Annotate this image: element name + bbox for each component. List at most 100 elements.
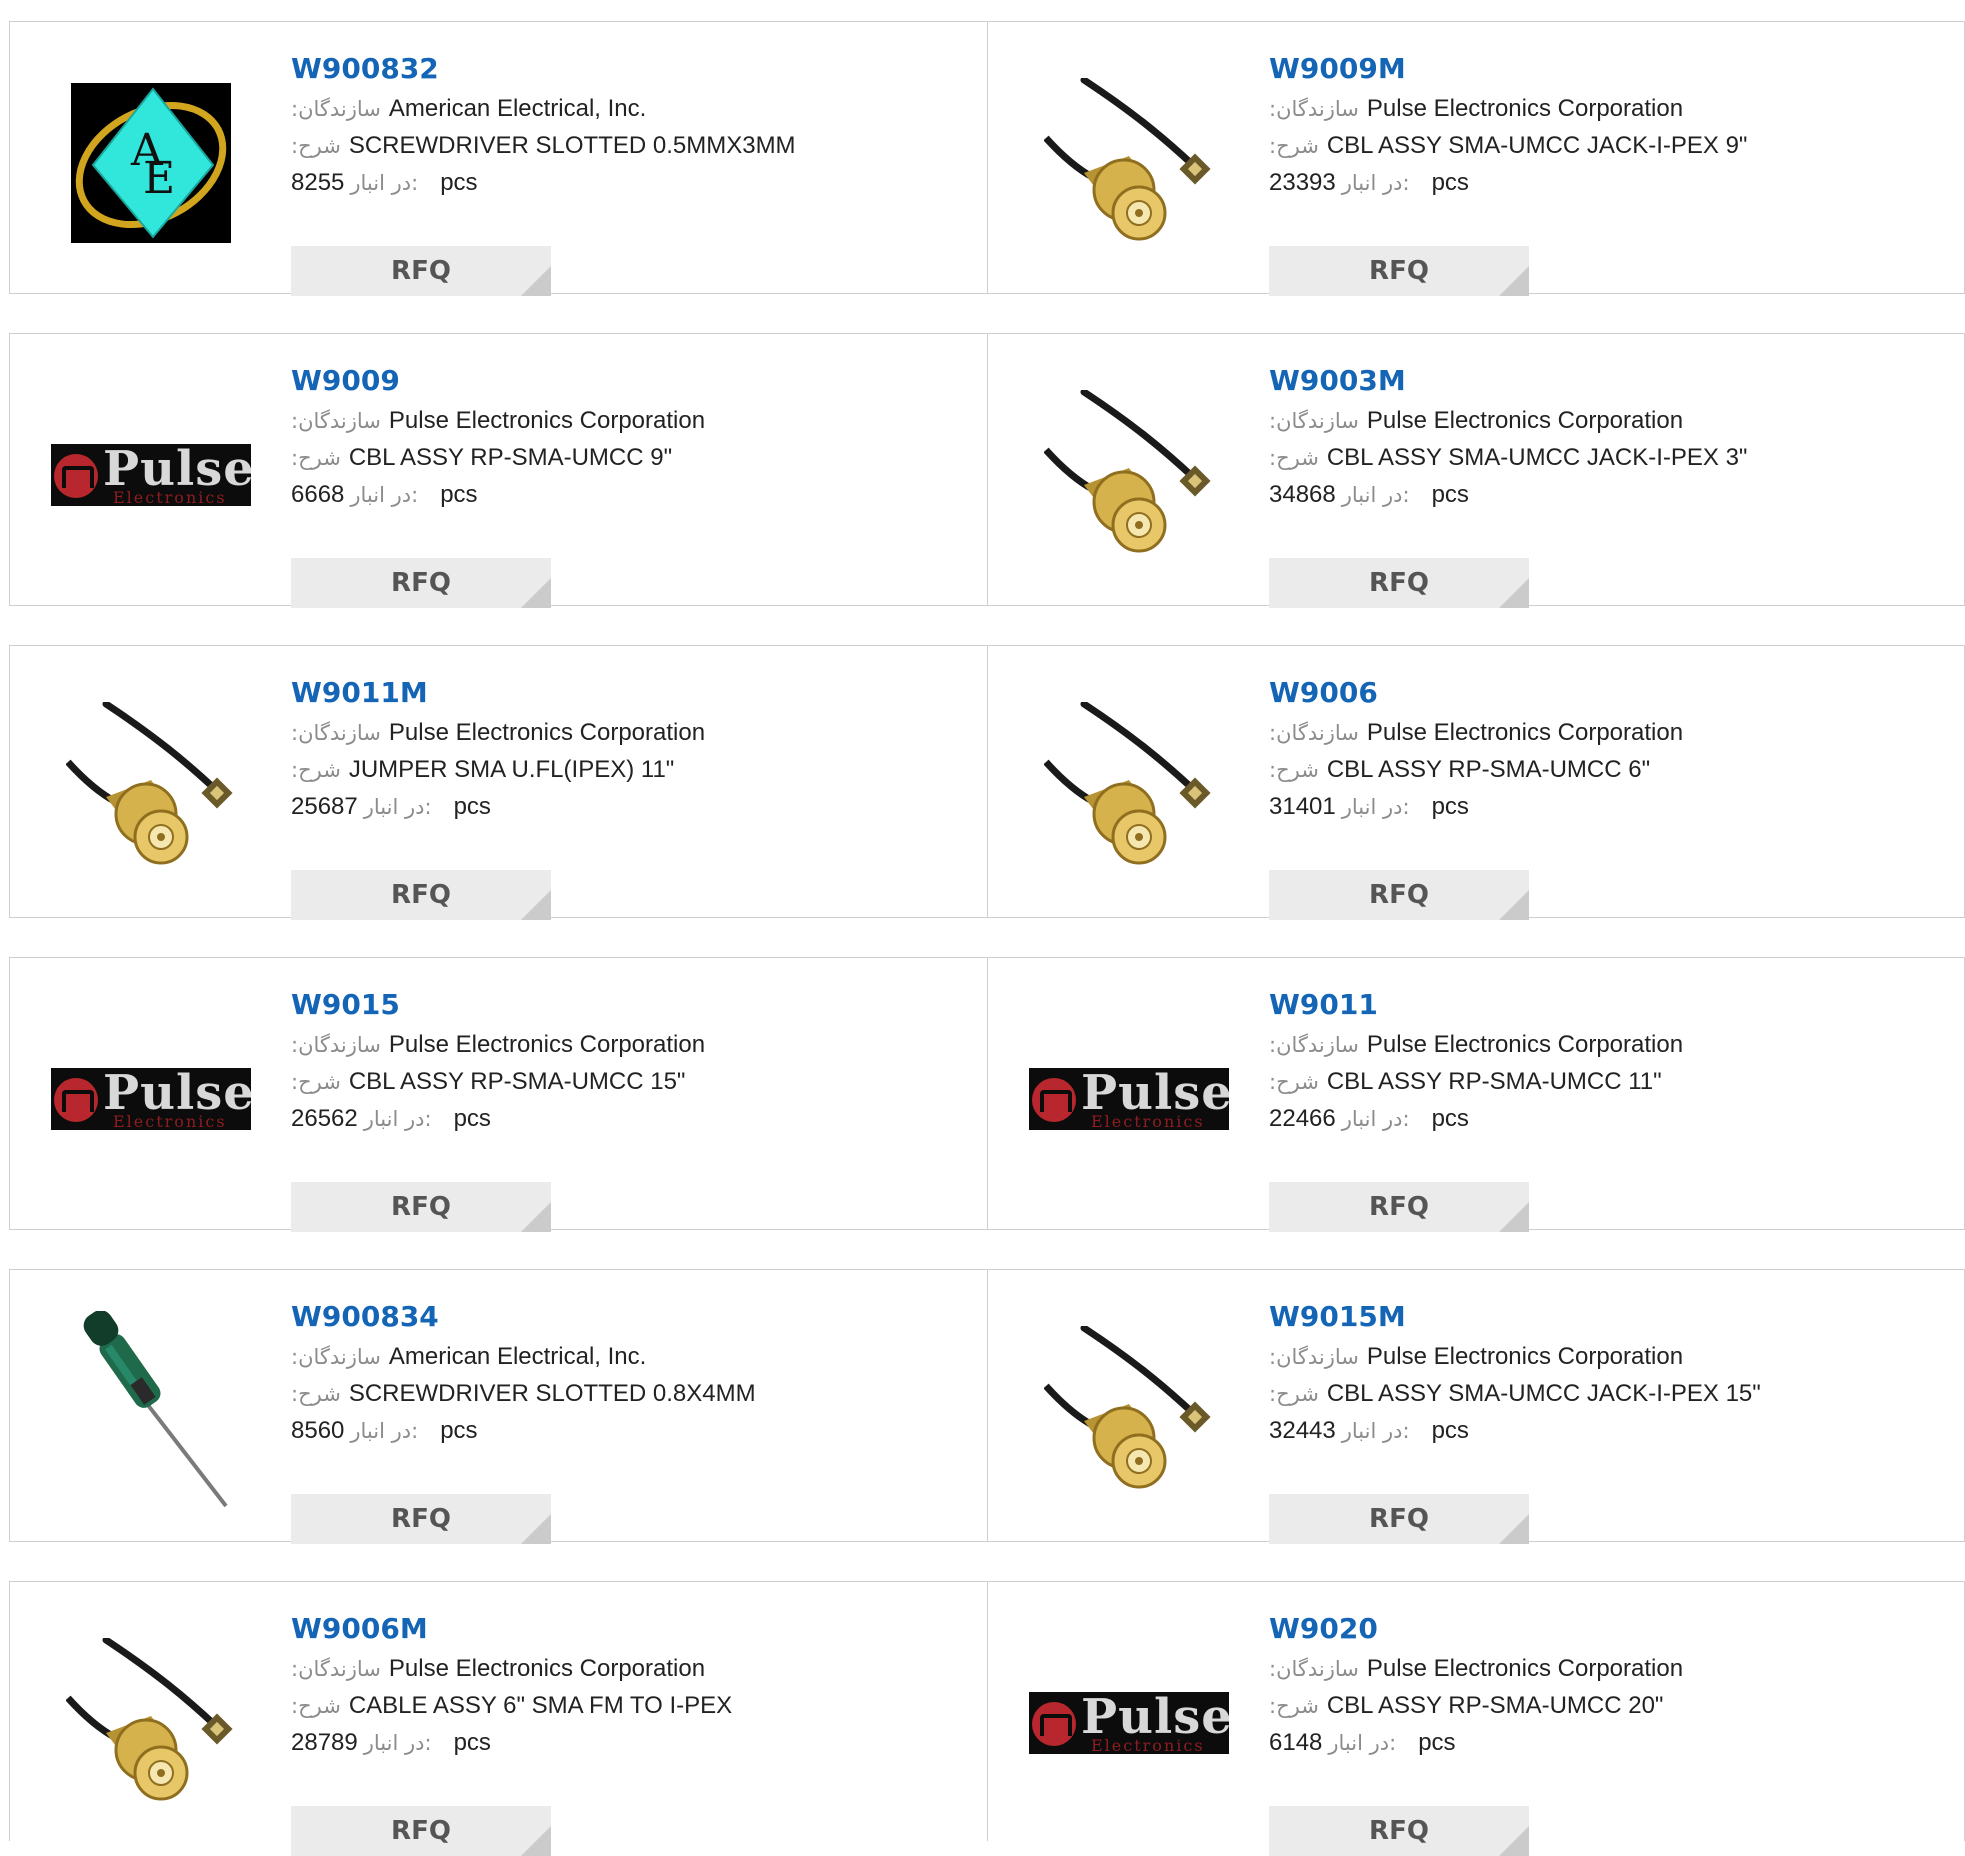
stock-unit: pcs bbox=[453, 793, 491, 820]
manufacturer-value: Pulse Electronics Corporation bbox=[1366, 1655, 1684, 1682]
stock-quantity: 8560 bbox=[291, 1417, 345, 1444]
rfq-label: RFQ bbox=[391, 1192, 451, 1222]
product-image[interactable] bbox=[51, 1311, 251, 1511]
product-image[interactable] bbox=[51, 1623, 251, 1823]
part-number-link[interactable]: W9009M bbox=[1269, 50, 1747, 90]
part-number-link[interactable]: W9020 bbox=[1269, 1610, 1683, 1650]
product-image[interactable]: Pulse Electronics bbox=[1029, 999, 1229, 1199]
rfq-label: RFQ bbox=[1369, 568, 1429, 598]
product-info: W9009M :سازندگان Pulse Electronics Corpor… bbox=[1269, 50, 1747, 296]
manufacturer-value: Pulse Electronics Corporation bbox=[388, 719, 706, 746]
stock-label: در انبار: bbox=[363, 1731, 432, 1755]
rf-cable-assembly-icon bbox=[1044, 702, 1211, 865]
rfq-button[interactable]: RFQ bbox=[1269, 246, 1529, 296]
rfq-label: RFQ bbox=[391, 1816, 451, 1846]
description-line: :شرح CBL ASSY SMA-UMCC JACK-I-PEX 3" bbox=[1269, 439, 1747, 476]
rfq-button[interactable]: RFQ bbox=[291, 1806, 551, 1856]
product-info: W9011 :سازندگان Pulse Electronics Corpora… bbox=[1269, 986, 1683, 1232]
manufacturer-value: Pulse Electronics Corporation bbox=[1366, 719, 1684, 746]
product-card: W9011M :سازندگان Pulse Electronics Corpor… bbox=[10, 646, 987, 920]
pulse-logo-subtitle: Electronics bbox=[113, 488, 227, 506]
rfq-button[interactable]: RFQ bbox=[291, 870, 551, 920]
stock-line: 23393 در انبار: pcs bbox=[1269, 164, 1747, 201]
description-label: :شرح bbox=[291, 1694, 341, 1718]
product-card: W9015M :سازندگان Pulse Electronics Corpor… bbox=[987, 1270, 1964, 1544]
rfq-button[interactable]: RFQ bbox=[1269, 1806, 1529, 1856]
part-number-link[interactable]: W9003M bbox=[1269, 362, 1747, 402]
part-number-link[interactable]: W900832 bbox=[291, 50, 796, 90]
part-number-link[interactable]: W9015M bbox=[1269, 1298, 1761, 1338]
pulse-electronics-logo-icon: Pulse Electronics bbox=[51, 1068, 251, 1130]
manufacturer-value: Pulse Electronics Corporation bbox=[388, 407, 706, 434]
part-number-link[interactable]: W9011 bbox=[1269, 986, 1683, 1026]
part-number-link[interactable]: W9006 bbox=[1269, 674, 1683, 714]
stock-line: 28789 در انبار: pcs bbox=[291, 1724, 732, 1761]
rfq-label: RFQ bbox=[391, 256, 451, 286]
rfq-label: RFQ bbox=[391, 880, 451, 910]
manufacturer-line: :سازندگان Pulse Electronics Corporation bbox=[291, 402, 705, 439]
manufacturer-line: :سازندگان Pulse Electronics Corporation bbox=[1269, 1650, 1683, 1687]
description-label: :شرح bbox=[291, 1070, 341, 1094]
product-image[interactable] bbox=[51, 687, 251, 887]
manufacturer-value: Pulse Electronics Corporation bbox=[1366, 407, 1684, 434]
product-image[interactable]: Pulse Electronics bbox=[1029, 1623, 1229, 1823]
product-image[interactable]: Pulse Electronics bbox=[51, 375, 251, 575]
part-number-link[interactable]: W9006M bbox=[291, 1610, 732, 1650]
stock-label: در انبار: bbox=[363, 795, 432, 819]
rfq-button[interactable]: RFQ bbox=[291, 1182, 551, 1232]
part-number-link[interactable]: W9011M bbox=[291, 674, 705, 714]
manufacturer-line: :سازندگان Pulse Electronics Corporation bbox=[1269, 1338, 1761, 1375]
manufacturer-line: :سازندگان American Electrical, Inc. bbox=[291, 90, 796, 127]
rfq-button[interactable]: RFQ bbox=[1269, 870, 1529, 920]
stock-line: 6148 در انبار: pcs bbox=[1269, 1724, 1683, 1761]
product-card: Pulse Electronics W9015 :سازندگان Pulse El… bbox=[10, 958, 987, 1232]
button-corner-decoration bbox=[1499, 890, 1529, 920]
pulse-logo-symbol-icon bbox=[54, 454, 98, 498]
product-image[interactable]: AE bbox=[51, 63, 251, 263]
product-info: W9003M :سازندگان Pulse Electronics Corpor… bbox=[1269, 362, 1747, 608]
rfq-button[interactable]: RFQ bbox=[1269, 1182, 1529, 1232]
manufacturer-value: American Electrical, Inc. bbox=[388, 95, 647, 122]
product-card: Pulse Electronics W9011 :سازندگان Pulse El… bbox=[987, 958, 1964, 1232]
stock-line: 6668 در انبار: pcs bbox=[291, 476, 705, 513]
part-number-link[interactable]: W9009 bbox=[291, 362, 705, 402]
rfq-button[interactable]: RFQ bbox=[1269, 558, 1529, 608]
product-image[interactable] bbox=[1029, 63, 1229, 263]
stock-line: 31401 در انبار: pcs bbox=[1269, 788, 1683, 825]
stock-line: 26562 در انبار: pcs bbox=[291, 1100, 705, 1137]
rf-cable-assembly-icon bbox=[66, 702, 233, 865]
product-image[interactable] bbox=[1029, 687, 1229, 887]
pulse-electronics-logo-icon: Pulse Electronics bbox=[51, 444, 251, 506]
product-card: W9009M :سازندگان Pulse Electronics Corpor… bbox=[987, 22, 1964, 296]
product-info: W9006 :سازندگان Pulse Electronics Corpora… bbox=[1269, 674, 1684, 920]
stock-line: 25687 در انبار: pcs bbox=[291, 788, 705, 825]
stock-quantity: 6148 bbox=[1269, 1729, 1323, 1756]
product-image[interactable]: Pulse Electronics bbox=[51, 999, 251, 1199]
rfq-button[interactable]: RFQ bbox=[291, 558, 551, 608]
rf-cable-assembly-icon bbox=[1044, 1326, 1211, 1489]
description-line: :شرح CBL ASSY RP-SMA-UMCC 20" bbox=[1269, 1687, 1683, 1724]
product-image[interactable] bbox=[1029, 1311, 1229, 1511]
stock-quantity: 32443 bbox=[1269, 1417, 1336, 1444]
description-line: :شرح SCREWDRIVER SLOTTED 0.5MMX3MM bbox=[291, 127, 796, 164]
description-line: :شرح CBL ASSY SMA-UMCC JACK-I-PEX 9" bbox=[1269, 127, 1747, 164]
part-number-link[interactable]: W9015 bbox=[291, 986, 705, 1026]
rfq-button[interactable]: RFQ bbox=[1269, 1494, 1529, 1544]
description-label: :شرح bbox=[1269, 1382, 1319, 1406]
product-info: W9011M :سازندگان Pulse Electronics Corpor… bbox=[291, 674, 706, 920]
stock-line: 8255 در انبار: pcs bbox=[291, 164, 796, 201]
product-info: W900834 :سازندگان American Electrical, In… bbox=[291, 1298, 756, 1544]
product-card: Pulse Electronics W9009 :سازندگان Pulse El… bbox=[10, 334, 987, 608]
manufacturer-label: :سازندگان bbox=[291, 1033, 381, 1057]
rfq-label: RFQ bbox=[1369, 1504, 1429, 1534]
pulse-electronics-logo-icon: Pulse Electronics bbox=[1029, 1068, 1229, 1130]
manufacturer-label: :سازندگان bbox=[1269, 1345, 1359, 1369]
stock-unit: pcs bbox=[440, 481, 478, 508]
manufacturer-value: Pulse Electronics Corporation bbox=[1366, 1343, 1684, 1370]
product-image[interactable] bbox=[1029, 375, 1229, 575]
stock-unit: pcs bbox=[1418, 1729, 1456, 1756]
part-number-link[interactable]: W900834 bbox=[291, 1298, 756, 1338]
manufacturer-value: Pulse Electronics Corporation bbox=[1366, 95, 1684, 122]
rfq-button[interactable]: RFQ bbox=[291, 246, 551, 296]
rfq-button[interactable]: RFQ bbox=[291, 1494, 551, 1544]
